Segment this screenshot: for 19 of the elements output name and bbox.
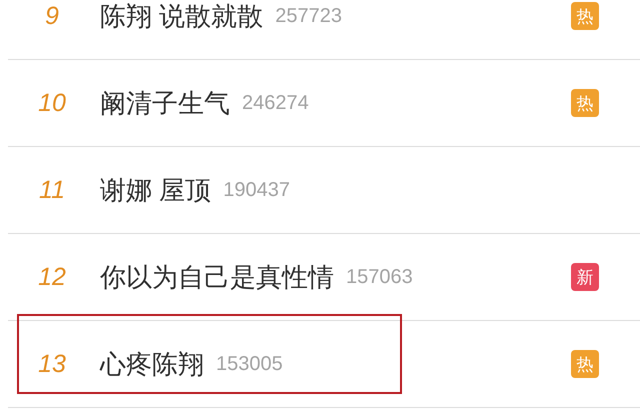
hot-badge: 热 bbox=[571, 89, 599, 117]
rank-number: 13 bbox=[37, 350, 67, 378]
new-badge: 新 bbox=[571, 263, 599, 291]
search-count: 153005 bbox=[216, 352, 283, 376]
topic-title[interactable]: 你以为自己是真性情 bbox=[100, 260, 334, 294]
rank-number: 10 bbox=[37, 88, 67, 118]
topic-title[interactable]: 阚清子生气 bbox=[100, 86, 230, 120]
topic-title[interactable]: 心疼陈翔 bbox=[100, 346, 204, 382]
search-count: 157063 bbox=[346, 266, 413, 288]
search-count: 190437 bbox=[223, 178, 290, 202]
rank-number: 9 bbox=[44, 2, 60, 30]
hot-badge: 热 bbox=[571, 2, 599, 30]
topic-title[interactable]: 陈翔 说散就散 bbox=[100, 0, 264, 34]
rank-number: 11 bbox=[38, 176, 66, 204]
hot-badge: 热 bbox=[571, 350, 599, 378]
search-count: 257723 bbox=[275, 4, 342, 28]
search-count: 246274 bbox=[242, 92, 309, 114]
rank-number: 12 bbox=[37, 262, 67, 292]
topic-title[interactable]: 谢娜 屋顶 bbox=[100, 172, 212, 208]
